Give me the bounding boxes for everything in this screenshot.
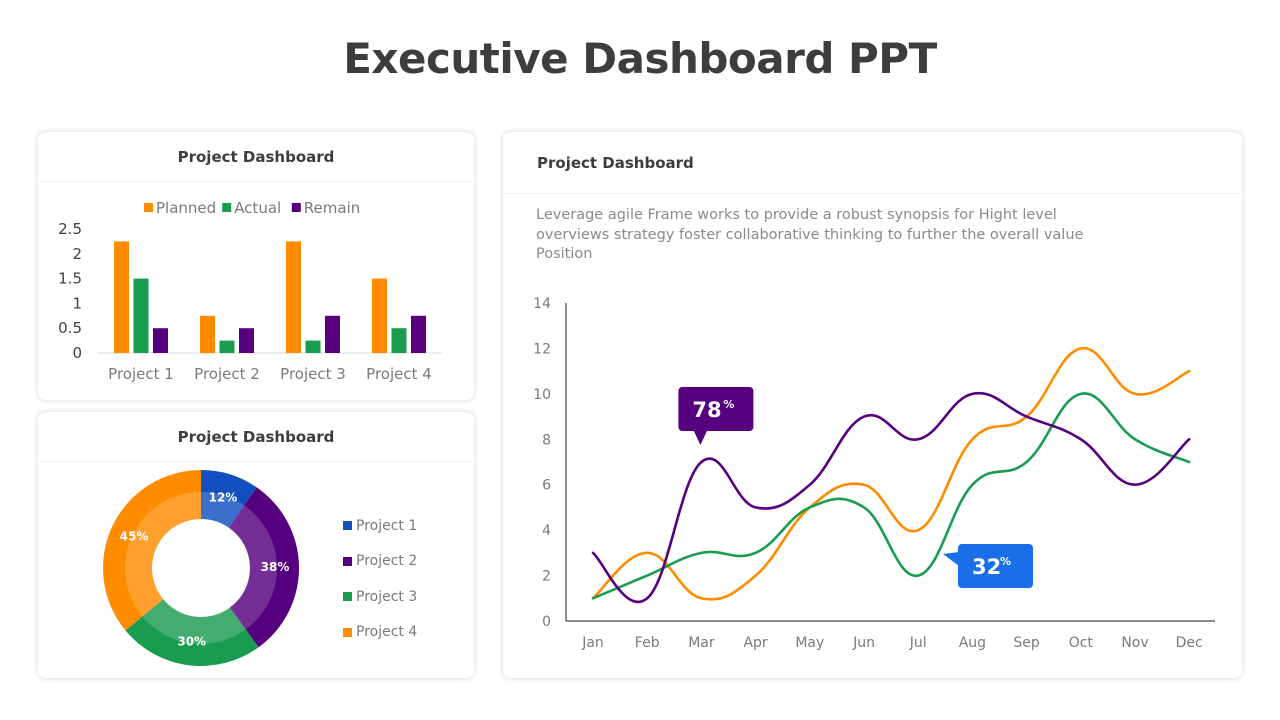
x-tick-label: May <box>795 635 824 651</box>
callout-suffix: % <box>723 398 734 411</box>
callout-78: 78% <box>678 387 754 445</box>
x-tick-label: Oct <box>1069 635 1094 651</box>
donut-legend-item: Project 3 <box>343 579 417 615</box>
x-tick-label: Sep <box>1013 635 1040 651</box>
donut-value-label: 30% <box>177 634 206 648</box>
x-tick-label: Mar <box>688 635 715 651</box>
legend-label: Project 2 <box>356 553 418 570</box>
bar-remain-4 <box>411 315 426 353</box>
legend-swatch <box>343 521 352 531</box>
callout-32: 32% <box>943 544 1033 588</box>
bar-actual-3 <box>305 340 321 353</box>
line-chart: 0 2 4 6 8 10 12 14 Jan Feb Mar Apr May Jun Jul Aug Sep Oc… <box>533 296 1215 651</box>
donut-chart-card: Project Dashboard 12% 38% 30% 45% Project 1… <box>38 412 474 678</box>
y-tick-label: 1 <box>72 294 82 312</box>
legend-swatch <box>343 556 352 566</box>
bar-chart-card: Project Dashboard Planned Actual Remain 0 0.… <box>38 132 474 400</box>
legend-label: Project 1 <box>356 517 418 534</box>
x-tick-label: Project 4 <box>366 365 432 383</box>
line-series-orange <box>591 347 1191 601</box>
legend-swatch-actual <box>222 203 232 212</box>
x-tick-label: Aug <box>959 635 986 651</box>
donut-legend-item: Project 2 <box>343 544 417 580</box>
donut-value-label: 12% <box>209 490 238 504</box>
x-tick-label: Jan <box>581 635 604 651</box>
bar-chart: Planned Actual Remain 0 0.5 1 1.5 2 2.5 Project 1… <box>58 199 442 383</box>
y-tick-label: 2 <box>542 569 551 585</box>
bar-planned-1 <box>114 241 129 353</box>
y-tick-label: 8 <box>542 432 551 448</box>
donut-legend-item: Project 1 <box>343 508 417 544</box>
callout-pointer <box>943 552 959 566</box>
bar-remain-1 <box>153 328 168 353</box>
callout-suffix: % <box>1000 555 1011 568</box>
y-tick-label: 6 <box>542 478 551 494</box>
page-title: Executive Dashboard PPT <box>343 34 937 83</box>
y-tick-label: 12 <box>533 341 551 357</box>
x-tick-label: Jun <box>852 635 875 651</box>
bar-planned-2 <box>200 315 215 353</box>
bar-actual-2 <box>219 340 235 353</box>
x-tick-label: Feb <box>635 635 660 651</box>
callout-value: 78 <box>692 398 721 422</box>
donut-value-label: 45% <box>120 529 149 543</box>
bar-actual-1 <box>133 278 149 353</box>
bar-planned-3 <box>286 241 301 353</box>
legend-label-remain: Remain <box>304 199 360 217</box>
callout-pointer <box>693 430 708 445</box>
x-tick-label: Nov <box>1121 635 1148 651</box>
line-chart-card: Project Dashboard Leverage agile Frame w… <box>503 132 1242 678</box>
legend-swatch <box>343 592 352 602</box>
legend-label-planned: Planned <box>156 199 216 217</box>
x-tick-label: Project 1 <box>108 365 174 383</box>
x-tick-label: Jul <box>909 635 927 651</box>
bar-legend: Planned Actual Remain <box>144 199 360 217</box>
callout-value: 32 <box>972 555 1001 579</box>
x-tick-label: Project 3 <box>280 365 346 383</box>
x-tick-label: Dec <box>1176 635 1203 651</box>
y-tick-label: 0 <box>542 614 551 630</box>
bar-remain-2 <box>239 328 254 353</box>
x-tick-label: Apr <box>743 635 767 651</box>
bar-remain-3 <box>325 315 340 353</box>
legend-label: Project 3 <box>356 588 418 605</box>
y-tick-label: 1.5 <box>58 270 82 288</box>
bar-planned-4 <box>372 278 387 353</box>
legend-label: Project 4 <box>356 624 418 641</box>
donut-legend-item: Project 4 <box>343 615 417 651</box>
y-tick-label: 2 <box>72 245 82 263</box>
y-tick-label: 14 <box>533 296 551 312</box>
legend-swatch-planned <box>144 203 153 212</box>
donut-card-title: Project Dashboard <box>38 412 474 462</box>
legend-swatch <box>343 627 352 637</box>
y-tick-label: 10 <box>533 387 551 403</box>
bar-actual-4 <box>391 328 407 353</box>
y-tick-label: 0.5 <box>58 319 82 337</box>
y-tick-label: 0 <box>72 344 82 362</box>
bar-card-title: Project Dashboard <box>38 132 474 182</box>
donut-legend: Project 1 Project 2 Project 3 Project 4 <box>343 508 417 650</box>
y-tick-label: 2.5 <box>58 220 82 238</box>
x-tick-label: Project 2 <box>194 365 260 383</box>
legend-swatch-remain <box>291 203 301 212</box>
legend-label-actual: Actual <box>234 199 281 217</box>
y-tick-label: 4 <box>542 523 551 539</box>
donut-value-label: 38% <box>261 560 290 574</box>
